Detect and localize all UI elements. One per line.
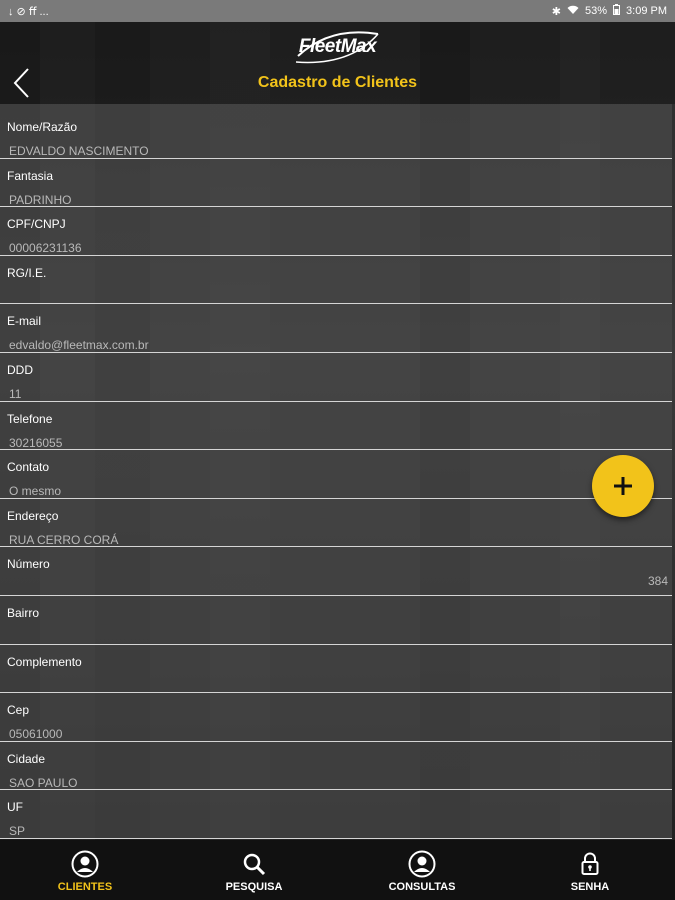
field-complemento[interactable]: Complemento	[0, 645, 672, 694]
field-value[interactable]: 30216055	[9, 436, 62, 450]
nav-label: SENHA	[570, 881, 610, 893]
nav-clientes[interactable]: CLIENTES	[25, 840, 145, 900]
field-value[interactable]: RUA CERRO CORÁ	[9, 533, 118, 547]
page-title: Cadastro de Clientes	[257, 74, 418, 91]
lock-icon	[581, 852, 599, 875]
status-notification-icons: ↓ ⊘ ﬀ ...	[8, 5, 49, 18]
field-cpf-cnpj[interactable]: CPF/CNPJ 00006231136	[0, 207, 672, 256]
nav-label: PESQUISA	[225, 881, 283, 893]
user-circle-icon	[71, 850, 99, 878]
nav-pesquisa[interactable]: PESQUISA	[194, 840, 314, 900]
field-label: Nome/Razão	[7, 120, 78, 134]
field-endereco[interactable]: Endereço RUA CERRO CORÁ	[0, 499, 672, 548]
field-numero[interactable]: Número 384	[0, 547, 672, 596]
field-label: Número	[7, 557, 50, 572]
field-contato[interactable]: Contato O mesmo	[0, 450, 672, 499]
field-value[interactable]: edvaldo@fleetmax.com.br	[9, 338, 149, 352]
field-label: Complemento	[7, 654, 82, 669]
app-header: FleetMax Cadastro de Clientes	[0, 22, 675, 104]
field-value[interactable]: 00006231136	[9, 241, 82, 255]
field-value[interactable]: 05061000	[9, 727, 62, 741]
wifi-icon	[567, 5, 579, 18]
field-label: DDD	[7, 363, 33, 377]
field-value[interactable]: 384	[648, 574, 668, 588]
field-nome-razao[interactable]: Nome/Razão EDVALDO NASCIMENTO	[0, 110, 672, 159]
nav-senha[interactable]: SENHA	[530, 840, 650, 900]
logo-text: FleetMax	[298, 36, 377, 57]
clock: 3:09 PM	[626, 5, 667, 17]
field-fantasia[interactable]: Fantasia PADRINHO	[0, 159, 672, 208]
field-value[interactable]: 11	[9, 387, 21, 401]
battery-icon	[613, 4, 621, 18]
field-uf[interactable]: UF SP	[0, 790, 672, 839]
status-right: ✱ 53% 3:09 PM	[552, 4, 667, 18]
nav-consultas[interactable]: CONSULTAS	[362, 840, 482, 900]
field-label: Cep	[7, 703, 30, 718]
field-label: Endereço	[7, 508, 59, 523]
nav-label: CONSULTAS	[388, 881, 456, 893]
field-label: E-mail	[7, 314, 42, 329]
bottom-navigation: CLIENTES PESQUISA CONSULTAS SENHA	[0, 840, 675, 900]
field-telefone[interactable]: Telefone 30216055	[0, 402, 672, 451]
client-form: Nome/Razão EDVALDO NASCIMENTO Fantasia P…	[0, 104, 672, 839]
battery-percent: 53%	[585, 5, 608, 17]
field-label: CPF/CNPJ	[7, 217, 66, 232]
field-label: Contato	[7, 460, 50, 475]
field-label: UF	[7, 800, 23, 815]
field-value[interactable]: SAO PAULO	[9, 776, 77, 790]
field-value[interactable]: EDVALDO NASCIMENTO	[9, 144, 149, 158]
field-label: Telefone	[7, 411, 53, 426]
user-circle-icon	[408, 850, 436, 878]
field-cidade[interactable]: Cidade SAO PAULO	[0, 742, 672, 791]
field-ddd[interactable]: DDD 11	[0, 353, 672, 402]
plus-icon	[614, 477, 632, 495]
status-left-icons: ↓ ⊘ ﬀ ...	[8, 5, 49, 18]
field-rg-ie[interactable]: RG/I.E.	[0, 256, 672, 305]
field-bairro[interactable]: Bairro	[0, 596, 672, 645]
field-label: Bairro	[7, 606, 40, 620]
field-label: Fantasia	[7, 168, 54, 183]
add-button[interactable]	[592, 455, 654, 517]
field-label: Cidade	[7, 751, 46, 766]
status-bar: ↓ ⊘ ﬀ ... ✱ 53% 3:09 PM	[0, 0, 675, 22]
fleetmax-logo: FleetMax	[290, 26, 385, 68]
field-label: RG/I.E.	[7, 265, 47, 280]
field-cep[interactable]: Cep 05061000	[0, 693, 672, 742]
field-value[interactable]: O mesmo	[9, 484, 61, 498]
field-value[interactable]: SP	[9, 824, 25, 838]
search-icon	[243, 853, 266, 876]
nav-label: CLIENTES	[57, 881, 113, 893]
field-value[interactable]: PADRINHO	[9, 193, 71, 207]
bluetooth-icon: ✱	[551, 5, 561, 18]
field-email[interactable]: E-mail edvaldo@fleetmax.com.br	[0, 304, 672, 353]
